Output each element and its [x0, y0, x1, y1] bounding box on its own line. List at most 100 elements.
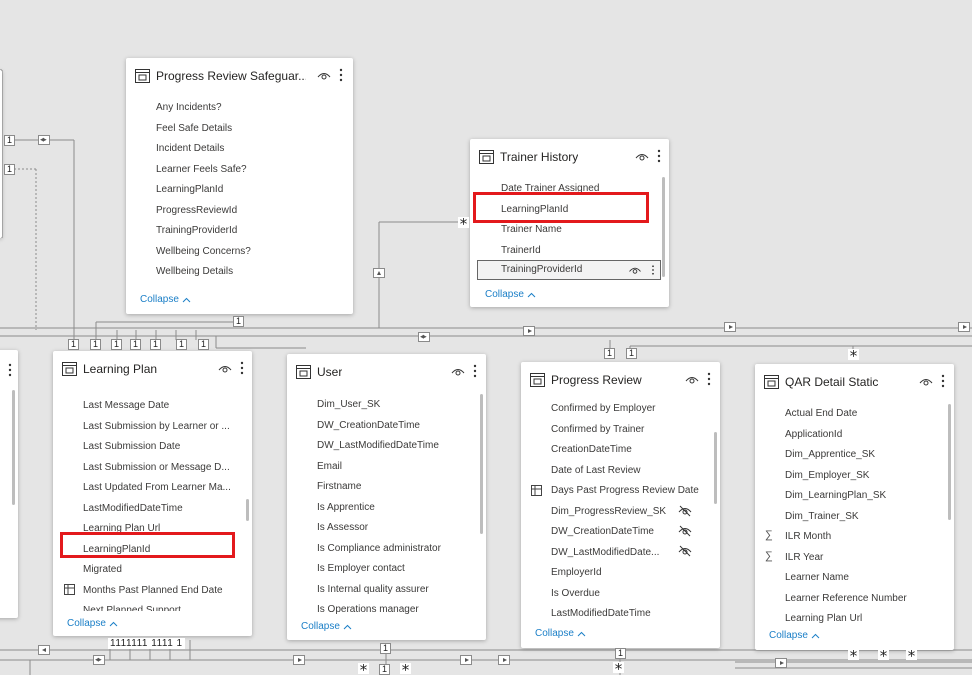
eye-icon[interactable] — [635, 151, 649, 163]
field-row[interactable]: Last Submission or Message D... — [83, 458, 238, 479]
field-row[interactable]: Is Overdue — [551, 584, 706, 605]
table-card-header[interactable]: Learning Plan — [53, 351, 252, 385]
eye-icon[interactable] — [685, 374, 699, 386]
field-row[interactable]: Confirmed by Employer — [551, 399, 706, 420]
table-card-user[interactable]: User Dim_User_SK DW_CreationDateTime DW_… — [287, 354, 486, 640]
more-options-icon[interactable] — [337, 67, 345, 83]
field-row[interactable]: ILR Year — [785, 548, 940, 569]
field-row[interactable]: ApplicationId — [785, 425, 940, 446]
collapse-link[interactable]: Collapse — [769, 630, 820, 641]
scrollbar[interactable] — [662, 177, 665, 277]
field-row[interactable]: Actual End Date — [785, 404, 940, 425]
table-card-header[interactable]: Progress Review — [521, 362, 720, 396]
more-options-icon[interactable] — [650, 263, 656, 277]
table-card-header[interactable]: User — [287, 354, 486, 388]
field-row[interactable]: Is Compliance administrator — [317, 539, 472, 560]
cross-filter-icon[interactable] — [523, 326, 535, 336]
field-row[interactable]: Learner Feels Safe? — [156, 160, 341, 181]
eye-icon[interactable] — [628, 265, 642, 276]
field-row[interactable]: Feel Safe Details — [156, 119, 341, 140]
collapse-link[interactable]: Collapse — [485, 289, 536, 300]
field-row[interactable]: Days Past Progress Review Date — [551, 481, 706, 502]
field-row[interactable]: Last Message Date — [83, 396, 238, 417]
field-row[interactable]: TrainingProviderId — [156, 221, 341, 242]
field-row[interactable]: CreationDateTime — [551, 440, 706, 461]
collapse-link[interactable]: Collapse — [301, 621, 352, 632]
field-row[interactable]: Months Past Planned End Date — [83, 581, 238, 602]
field-row[interactable]: Last Updated From Learner Ma... — [83, 478, 238, 499]
cross-filter-both-icon[interactable] — [418, 332, 430, 342]
field-row[interactable]: Dim_LearningPlan_SK — [785, 486, 940, 507]
scrollbar[interactable] — [246, 499, 249, 521]
field-row[interactable]: Confirmed by Trainer — [551, 420, 706, 441]
more-options-icon[interactable] — [705, 371, 713, 387]
table-card-progress-review[interactable]: Progress Review Confirmed by Employer Co… — [521, 362, 720, 648]
field-row[interactable]: Dim_User_SK — [317, 395, 472, 416]
table-card-progress-review-safeguarding[interactable]: Progress Review Safeguar... Any Incident… — [126, 58, 353, 314]
field-row[interactable]: Incident Details — [156, 139, 341, 160]
field-row[interactable]: ProgressReviewId — [156, 201, 341, 222]
hidden-eye-icon[interactable] — [678, 545, 692, 557]
field-row[interactable]: Learning Plan Url — [785, 609, 940, 626]
cross-filter-both-icon[interactable] — [93, 655, 105, 665]
field-row[interactable]: Next Planned Support — [83, 601, 238, 611]
partial-table-card-bottom[interactable] — [0, 350, 18, 618]
table-card-header[interactable]: Progress Review Safeguar... — [126, 58, 353, 92]
field-row[interactable]: LastModifiedDateTime — [83, 499, 238, 520]
collapse-link[interactable]: Collapse — [140, 294, 191, 305]
cross-filter-icon[interactable] — [498, 655, 510, 665]
field-row[interactable]: Is Operations manager — [317, 600, 472, 616]
table-card-header[interactable]: QAR Detail Static — [755, 364, 954, 398]
field-row[interactable]: EmployerId — [551, 563, 706, 584]
field-row[interactable]: LastModifiedDateTime — [551, 604, 706, 624]
hidden-eye-icon[interactable] — [678, 525, 692, 537]
collapse-link[interactable]: Collapse — [535, 628, 586, 639]
field-row[interactable]: Is Employer contact — [317, 559, 472, 580]
field-row[interactable]: Is Apprentice — [317, 498, 472, 519]
field-row[interactable]: Is Assessor — [317, 518, 472, 539]
field-row[interactable]: DW_CreationDateTime — [317, 416, 472, 437]
field-row[interactable]: Is Internal quality assurer — [317, 580, 472, 601]
field-row[interactable]: Firstname — [317, 477, 472, 498]
eye-icon[interactable] — [218, 363, 232, 375]
more-options-icon[interactable] — [471, 363, 479, 379]
cross-filter-both-icon[interactable] — [38, 135, 50, 145]
field-row[interactable]: LearningPlanId — [156, 180, 341, 201]
field-row-selected[interactable]: TrainingProviderId — [477, 260, 661, 280]
field-row[interactable]: Last Submission Date — [83, 437, 238, 458]
scrollbar[interactable] — [714, 432, 717, 504]
field-row[interactable]: Email — [317, 457, 472, 478]
field-row[interactable]: Dim_Apprentice_SK — [785, 445, 940, 466]
scrollbar[interactable] — [12, 390, 15, 505]
more-options-icon[interactable] — [655, 148, 663, 164]
scrollbar[interactable] — [480, 394, 483, 534]
field-row[interactable]: DW_LastModifiedDateTime — [317, 436, 472, 457]
eye-icon[interactable] — [451, 366, 465, 378]
field-row[interactable]: Migrated — [83, 560, 238, 581]
collapse-link[interactable]: Collapse — [67, 618, 118, 629]
field-row[interactable]: ILR Month — [785, 527, 940, 548]
field-row[interactable]: TrainerId — [501, 241, 655, 262]
cross-filter-icon[interactable] — [373, 268, 385, 278]
cross-filter-icon[interactable] — [460, 655, 472, 665]
field-row[interactable]: Dim_Trainer_SK — [785, 507, 940, 528]
hidden-eye-icon[interactable] — [678, 505, 692, 517]
field-row[interactable]: Any Incidents? — [156, 98, 341, 119]
field-row[interactable]: Dim_Employer_SK — [785, 466, 940, 487]
cross-filter-icon[interactable] — [293, 655, 305, 665]
eye-icon[interactable] — [317, 70, 331, 82]
field-row[interactable]: Trainer Name — [501, 220, 655, 241]
eye-icon[interactable] — [919, 376, 933, 388]
table-card-qar-detail-static[interactable]: QAR Detail Static Actual End Date Applic… — [755, 364, 954, 650]
table-card-trainer-history[interactable]: Trainer History Date Trainer Assigned Le… — [470, 139, 669, 307]
more-options-icon[interactable] — [6, 362, 14, 378]
field-row[interactable]: Last Submission by Learner or ... — [83, 417, 238, 438]
cross-filter-icon[interactable] — [958, 322, 970, 332]
cross-filter-icon[interactable] — [724, 322, 736, 332]
model-canvas[interactable]: Progress Review Safeguar... Any Incident… — [0, 0, 972, 675]
more-options-icon[interactable] — [238, 360, 246, 376]
partial-table-card-top[interactable] — [0, 70, 2, 238]
table-card-header[interactable]: Trainer History — [470, 139, 669, 173]
more-options-icon[interactable] — [939, 373, 947, 389]
cross-filter-icon[interactable] — [775, 658, 787, 668]
